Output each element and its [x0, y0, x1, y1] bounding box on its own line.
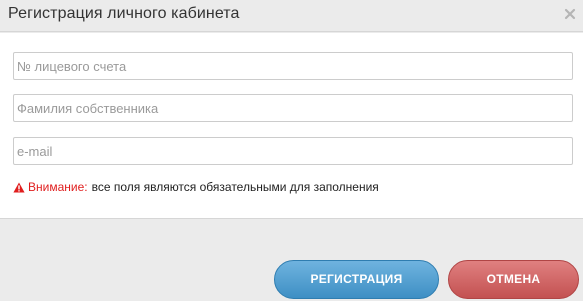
warning-text: все поля являются обязательными для запо…: [91, 180, 379, 194]
dialog-title: Регистрация личного кабинета: [8, 5, 240, 22]
register-button[interactable]: РЕГИСТРАЦИЯ: [274, 260, 439, 299]
owner-surname-input[interactable]: [13, 94, 573, 122]
account-number-input[interactable]: [13, 52, 573, 80]
email-input[interactable]: [13, 137, 573, 165]
warning-triangle-icon: [13, 182, 25, 192]
warning-label: Внимание:: [28, 180, 88, 194]
dialog-header: Регистрация личного кабинета: [0, 0, 583, 32]
dialog-footer: РЕГИСТРАЦИЯ ОТМЕНА: [0, 220, 583, 301]
dialog-body: Внимание: все поля являются обязательным…: [0, 33, 583, 219]
close-icon[interactable]: [564, 8, 576, 20]
required-fields-warning: Внимание: все поля являются обязательным…: [13, 180, 379, 194]
cancel-button[interactable]: ОТМЕНА: [448, 260, 579, 299]
registration-dialog: Регистрация личного кабинета Внимание: в…: [0, 0, 583, 301]
